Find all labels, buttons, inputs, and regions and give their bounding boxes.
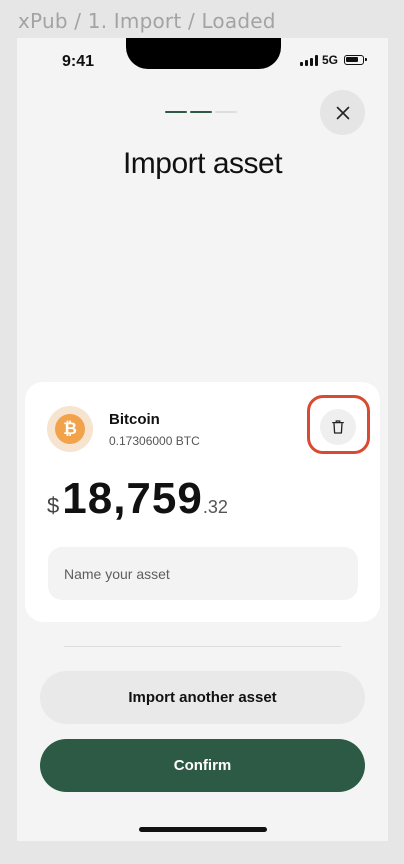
value-integer: 18,759 — [62, 474, 203, 523]
trash-icon — [332, 420, 344, 434]
asset-value: $ 18,759 .32 — [47, 474, 228, 524]
bitcoin-icon: ₿ — [47, 406, 93, 452]
progress-step — [165, 111, 187, 113]
frame-label: xPub / 1. Import / Loaded — [18, 9, 276, 33]
signal-icon — [299, 54, 318, 66]
asset-card: ₿ Bitcoin 0.17306000 BTC $ 18,759 .32 — [25, 382, 380, 622]
home-indicator — [139, 827, 267, 832]
asset-name-input[interactable] — [48, 547, 358, 600]
progress-step — [215, 111, 237, 113]
asset-name: Bitcoin — [109, 411, 160, 428]
phone-screen: 9:41 5G Import asset ₿ Bitcoin 0.1730600… — [17, 38, 388, 841]
currency-symbol: $ — [47, 493, 60, 518]
close-icon — [336, 106, 349, 119]
device-notch — [126, 38, 281, 69]
import-another-asset-button[interactable]: Import another asset — [40, 671, 365, 724]
step-progress — [165, 111, 237, 113]
battery-icon — [344, 55, 367, 65]
delete-asset-button[interactable] — [320, 409, 356, 445]
page-title: Import asset — [122, 147, 283, 180]
status-time: 9:41 — [62, 53, 95, 70]
network-type: 5G — [321, 53, 338, 67]
asset-balance: 0.17306000 BTC — [109, 434, 200, 448]
close-button[interactable] — [320, 90, 365, 135]
divider — [64, 646, 341, 647]
bitcoin-glyph: ₿ — [55, 414, 85, 444]
progress-step — [190, 111, 212, 113]
status-indicators: 5G — [299, 53, 367, 67]
confirm-button[interactable]: Confirm — [40, 739, 365, 792]
value-decimal: .32 — [202, 497, 228, 517]
